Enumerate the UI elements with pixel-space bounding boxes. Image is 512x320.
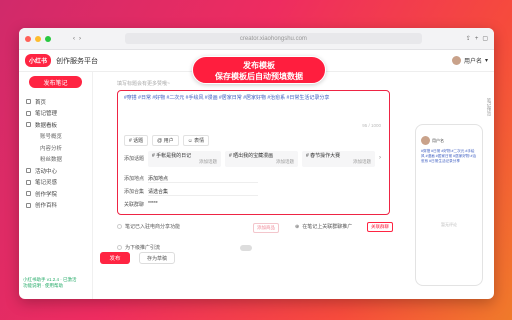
tag-text[interactable]: #穿搭 #日常 #好物 #二次元 #手绘风 #漫画 #居家日常 #居家好物 #治…: [124, 94, 329, 101]
note-editor[interactable]: #穿搭 #日常 #好物 #二次元 #手绘风 #漫画 #居家日常 #居家好物 #治…: [117, 90, 390, 215]
share-icon[interactable]: ⇪: [466, 35, 471, 42]
add-goods-button[interactable]: 添加商品: [253, 223, 279, 233]
topic-meta: 添加话题: [276, 159, 294, 164]
banner-title: 发布模板: [243, 61, 275, 70]
close-dot[interactable]: [25, 35, 31, 42]
sidebar-item[interactable]: 粉丝数据: [19, 154, 92, 166]
topic-title: # 春节操作大赛: [306, 153, 341, 159]
address-bar[interactable]: creator.xiaohongshu.com: [125, 33, 422, 44]
avatar: [451, 56, 461, 65]
location-label: 添加地点: [124, 176, 145, 182]
preview-avatar: [421, 136, 430, 145]
emoji-button[interactable]: ☺ 表情: [182, 135, 210, 146]
option-commerce[interactable]: 笔记已入驻电商分享功能: [117, 223, 180, 230]
relate-label: 关联群聊: [124, 202, 145, 208]
publish-note-button[interactable]: 发布笔记: [29, 76, 82, 88]
sidebar-item-label: 数据看板: [35, 122, 58, 129]
maximize-dot[interactable]: [45, 35, 51, 42]
sidebar-item-label: 活动中心: [35, 168, 58, 175]
user-menu[interactable]: 用户名 ▾: [451, 56, 488, 65]
divider: [148, 195, 258, 196]
sidebar-item[interactable]: 账号概览: [19, 131, 92, 143]
add-tab-icon[interactable]: +: [475, 36, 479, 42]
save-draft-button[interactable]: 存为草稿: [139, 252, 175, 264]
topic-title: # 晒出我的宝藏漫画: [229, 153, 274, 159]
sidebar-item-label: 笔记管理: [35, 111, 58, 118]
tabs-icon[interactable]: ▢: [482, 35, 488, 42]
editor-toolbar: # 话题 @ 用户 ☺ 表情: [124, 135, 210, 146]
template-banner: 发布模板 保存模板后自动预填数据: [192, 56, 326, 84]
sidebar-item-label: 创作百科: [35, 203, 58, 210]
group-icon: ⊕: [295, 223, 300, 230]
sidebar-item-label: 笔记灵感: [35, 180, 58, 187]
collection-label: 添加合集: [124, 189, 145, 195]
sidebar-item[interactable]: 笔记灵感: [19, 177, 92, 189]
topic-label: 添加话题: [124, 156, 145, 162]
option-traffic[interactable]: 为下级推广引流: [117, 244, 160, 251]
sidebar-item[interactable]: 笔记管理: [19, 108, 92, 120]
preview-empty: 暂无评论: [441, 222, 457, 227]
checkbox[interactable]: [117, 224, 122, 229]
sidebar-item-label: 首页: [35, 99, 47, 106]
sidebar-item-label: 创作学院: [35, 191, 58, 198]
preview-tags: #穿搭 #日常 #好物 #二次元 #手绘风 #漫画 #居家日常 #居家好物 #治…: [421, 149, 477, 163]
title-placeholder[interactable]: 填写标题会有更多赞哦~: [117, 80, 170, 87]
location-select[interactable]: 添加地点: [148, 175, 168, 182]
phone-preview: 用户名 #穿搭 #日常 #好物 #二次元 #手绘风 #漫画 #居家日常 #居家好…: [415, 124, 483, 286]
nav-icon: [26, 110, 31, 116]
sidebar-item[interactable]: 活动中心: [19, 165, 92, 177]
option-label: 笔记已入驻电商分享功能: [125, 224, 181, 230]
topic-card[interactable]: # 晒出我的宝藏漫画 添加话题: [225, 151, 298, 167]
nav-icon: [26, 168, 31, 174]
sidebar-item[interactable]: 首页: [19, 96, 92, 108]
sidebar-item[interactable]: 数据看板: [19, 119, 92, 131]
topic-meta: 添加话题: [199, 159, 217, 164]
sidebar-item-label: 内容分析: [40, 145, 63, 152]
option-label: 在笔记上关联群聊推广: [302, 224, 353, 230]
forward-icon[interactable]: ›: [79, 36, 81, 42]
sidebar-item[interactable]: 创作学院: [19, 188, 92, 200]
topic-button[interactable]: # 话题: [124, 135, 149, 146]
nav-icon: [26, 122, 31, 128]
nav-icon: [26, 179, 31, 185]
sidebar-item[interactable]: 创作百科: [19, 200, 92, 212]
sidebar-item[interactable]: 内容分析: [19, 142, 92, 154]
relate-select[interactable]: *****: [148, 201, 158, 207]
preview-header: 用户名: [421, 136, 477, 145]
app-title: 创作服务平台: [56, 57, 99, 65]
sidebar-item-label: 账号概览: [40, 134, 63, 141]
chevron-down-icon: ▾: [484, 58, 488, 64]
topic-card[interactable]: # 春节操作大赛添加话题: [302, 151, 375, 167]
nav-icon: [26, 191, 31, 197]
traffic-toggle[interactable]: [240, 245, 252, 251]
topic-meta: 添加话题: [353, 159, 371, 164]
option-group: ⊕ 在笔记上关联群聊推广: [295, 223, 353, 231]
publish-button[interactable]: 发布: [100, 252, 130, 264]
char-counter: 95 / 1000: [362, 123, 381, 128]
preview-label: 笔记预览: [487, 98, 492, 116]
topic-next-icon[interactable]: ›: [379, 155, 381, 161]
topic-card[interactable]: # 手帐是我的日记添加话题: [148, 151, 221, 167]
divider: [148, 182, 258, 183]
help-links[interactable]: 功能说明 · 使用帮助: [23, 283, 77, 289]
app-logo[interactable]: 小红书: [25, 54, 52, 67]
browser-toolbar: ‹ › creator.xiaohongshu.com ⇪ + ▢: [19, 28, 494, 50]
user-name: 用户名: [463, 59, 482, 65]
relate-group-button[interactable]: 关联群聊: [367, 222, 393, 232]
mention-button[interactable]: @ 用户: [152, 135, 179, 146]
preview-user: 用户名: [432, 137, 444, 143]
minimize-dot[interactable]: [35, 35, 41, 42]
banner-subtitle: 保存模板后自动预填数据: [215, 72, 303, 81]
version-info: 小红书助手 v1.2.4 · 已激活 功能说明 · 使用帮助: [23, 277, 77, 289]
nav-icon: [26, 99, 31, 105]
topic-title: # 手帐是我的日记: [152, 153, 192, 159]
checkbox[interactable]: [117, 245, 122, 250]
collection-select[interactable]: 请选合集: [148, 188, 168, 195]
nav-icon: [26, 202, 31, 208]
option-label: 为下级推广引流: [125, 245, 161, 251]
back-icon[interactable]: ‹: [73, 36, 75, 42]
sidebar: 发布笔记 首页笔记管理数据看板账号概览内容分析粉丝数据活动中心笔记灵感创作学院创…: [19, 72, 93, 299]
sidebar-item-label: 粉丝数据: [40, 157, 63, 164]
